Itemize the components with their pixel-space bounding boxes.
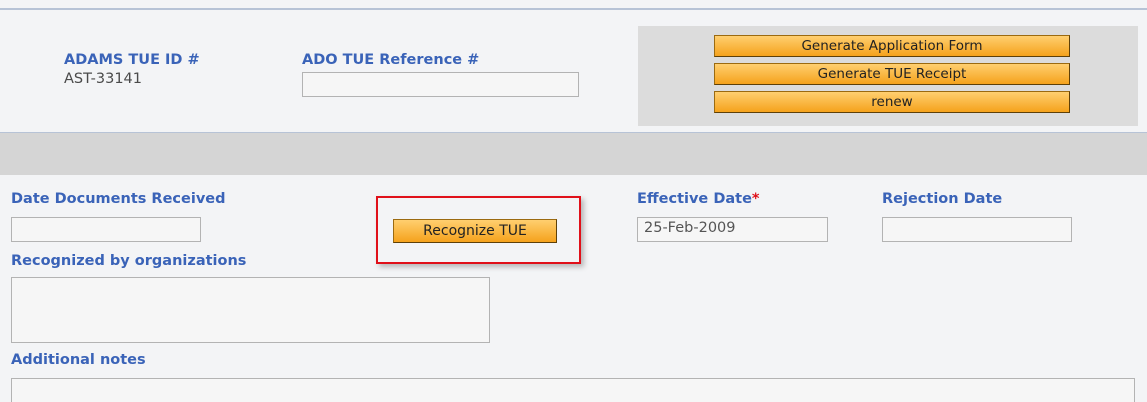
additional-notes-label: Additional notes: [11, 352, 146, 368]
adams-tue-id-value: AST-33141: [64, 71, 143, 87]
renew-button[interactable]: renew: [714, 91, 1070, 113]
ado-tue-reference-label: ADO TUE Reference #: [302, 52, 480, 68]
recognize-tue-button[interactable]: Recognize TUE: [393, 219, 557, 243]
adams-tue-id-label: ADAMS TUE ID #: [64, 52, 200, 68]
recognized-by-organizations-textarea[interactable]: [11, 277, 490, 343]
effective-date-label: Effective Date*: [637, 191, 760, 207]
section-header-bar: [0, 133, 1147, 175]
generate-tue-receipt-button[interactable]: Generate TUE Receipt: [714, 63, 1070, 85]
rejection-date-field[interactable]: [882, 217, 1072, 242]
ado-tue-reference-field[interactable]: [302, 72, 579, 97]
date-documents-received-label: Date Documents Received: [11, 191, 226, 207]
recognized-by-organizations-label: Recognized by organizations: [11, 253, 247, 269]
date-documents-received-field[interactable]: [11, 217, 201, 242]
effective-date-field[interactable]: 25-Feb-2009: [637, 217, 828, 242]
top-divider: [0, 8, 1147, 10]
generate-application-form-button[interactable]: Generate Application Form: [714, 35, 1070, 57]
additional-notes-textarea[interactable]: [11, 378, 1135, 402]
required-asterisk: *: [751, 191, 760, 207]
effective-date-label-text: Effective Date: [637, 191, 752, 207]
rejection-date-label: Rejection Date: [882, 191, 1003, 207]
